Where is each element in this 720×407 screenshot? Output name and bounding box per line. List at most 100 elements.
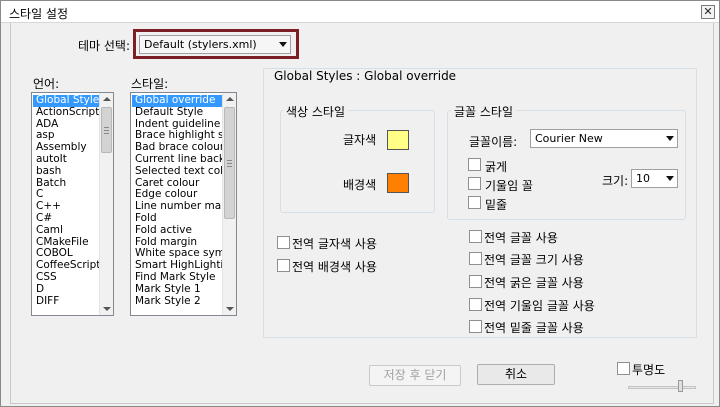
transparency-slider-track[interactable] xyxy=(628,386,696,389)
italic-label: 기울임 꼴 xyxy=(485,179,533,193)
list-item[interactable]: DIFF xyxy=(33,296,99,308)
font-name-select[interactable]: Courier New xyxy=(530,129,678,148)
chevron-down-icon xyxy=(279,42,287,47)
underline-label: 밑줄 xyxy=(485,198,508,212)
panel-heading: Global Styles : Global override xyxy=(274,69,457,83)
list-item[interactable]: Fold margin xyxy=(132,237,222,249)
list-item[interactable]: ADA xyxy=(33,119,99,131)
color-style-group xyxy=(280,110,435,213)
scroll-up-icon[interactable] xyxy=(103,97,111,101)
global-font-label: 전역 글꼴 사용 xyxy=(484,231,558,245)
title-bar: 스타일 설정 ✕ xyxy=(1,1,719,23)
theme-select[interactable]: Default (stylers.xml) xyxy=(139,35,291,54)
theme-select-value: Default (stylers.xml) xyxy=(144,38,257,51)
global-fg-checkbox[interactable] xyxy=(277,236,290,249)
window-title: 스타일 설정 xyxy=(9,7,69,21)
list-item[interactable]: Bad brace colour xyxy=(132,142,222,154)
font-size-value: 10 xyxy=(636,172,650,185)
list-item[interactable]: Batch xyxy=(33,178,99,190)
list-item[interactable]: C xyxy=(33,189,99,201)
list-item[interactable]: ActionScript xyxy=(33,107,99,119)
list-item[interactable]: Global override xyxy=(132,95,222,107)
bold-checkbox[interactable] xyxy=(468,158,481,171)
language-list[interactable]: Global Styles ActionScript ADA asp Assembly a… xyxy=(31,92,114,316)
list-item[interactable]: Current line backgr xyxy=(132,154,222,166)
global-bg-checkbox[interactable] xyxy=(277,259,290,272)
list-item[interactable]: Selected text colou xyxy=(132,166,222,178)
underline-checkbox[interactable] xyxy=(468,196,481,209)
cancel-button[interactable]: 취소 xyxy=(477,364,555,385)
list-item[interactable]: Caml xyxy=(33,225,99,237)
list-item[interactable]: Edge colour xyxy=(132,189,222,201)
list-item[interactable]: Find Mark Style xyxy=(132,272,222,284)
list-item[interactable]: Mark Style 1 xyxy=(132,284,222,296)
list-item[interactable]: Assembly xyxy=(33,142,99,154)
foreground-color-swatch[interactable] xyxy=(387,130,409,150)
style-list-scrollbar[interactable] xyxy=(222,93,236,315)
global-italic-label: 전역 기울임 글꼴 사용 xyxy=(484,299,595,313)
list-item[interactable]: Indent guideline sty xyxy=(132,119,222,131)
background-color-label: 배경색 xyxy=(343,178,377,192)
list-item[interactable]: Mark Style 2 xyxy=(132,296,222,308)
list-item[interactable]: autoIt xyxy=(33,154,99,166)
list-item[interactable]: Global Styles xyxy=(33,95,99,107)
list-item[interactable]: Line number margin xyxy=(132,201,222,213)
style-list-title: 스타일: xyxy=(131,77,169,91)
scroll-up-icon[interactable] xyxy=(226,97,234,101)
language-list-items: Global Styles ActionScript ADA asp Assembly a… xyxy=(33,95,99,307)
global-underline-checkbox[interactable] xyxy=(469,320,482,333)
transparency-checkbox[interactable] xyxy=(617,362,630,375)
global-bold-label: 전역 굵은 글꼴 사용 xyxy=(484,276,584,290)
global-bg-label: 전역 배경색 사용 xyxy=(292,260,377,274)
save-close-button[interactable]: 저장 후 닫기 xyxy=(369,365,461,386)
list-item[interactable]: Default Style xyxy=(132,107,222,119)
transparency-label: 투명도 xyxy=(632,363,666,377)
close-button[interactable]: ✕ xyxy=(701,5,715,19)
global-bold-checkbox[interactable] xyxy=(469,275,482,288)
italic-checkbox[interactable] xyxy=(468,177,481,190)
list-item[interactable]: asp xyxy=(33,130,99,142)
global-italic-checkbox[interactable] xyxy=(469,298,482,311)
list-item[interactable]: Fold active xyxy=(132,225,222,237)
list-item[interactable]: Fold xyxy=(132,213,222,225)
language-list-title: 언어: xyxy=(33,77,60,91)
global-font-checkbox[interactable] xyxy=(469,230,482,243)
transparency-slider-thumb[interactable] xyxy=(678,380,683,392)
theme-label: 테마 선택: xyxy=(78,39,131,53)
scroll-thumb[interactable] xyxy=(101,107,112,153)
list-item[interactable]: C# xyxy=(33,213,99,225)
list-item[interactable]: CMakeFile xyxy=(33,237,99,249)
color-style-group-label: 색상 스타일 xyxy=(283,103,349,120)
bold-label: 굵게 xyxy=(485,160,508,174)
foreground-color-label: 글자색 xyxy=(343,133,377,147)
list-item[interactable]: bash xyxy=(33,166,99,178)
list-item[interactable]: D xyxy=(33,284,99,296)
global-underline-label: 전역 밑줄 글꼴 사용 xyxy=(484,321,584,335)
chevron-down-icon xyxy=(666,136,674,141)
list-item[interactable]: White space symbo xyxy=(132,248,222,260)
font-name-value: Courier New xyxy=(535,132,603,145)
scroll-down-icon[interactable] xyxy=(226,307,234,311)
scroll-thumb[interactable] xyxy=(224,107,235,219)
style-list[interactable]: Global override Default Style Indent guide… xyxy=(130,92,237,316)
font-style-group-label: 글꼴 스타일 xyxy=(451,103,517,120)
list-item[interactable]: CSS xyxy=(33,272,99,284)
list-item[interactable]: COBOL xyxy=(33,248,99,260)
chevron-down-icon xyxy=(666,176,674,181)
font-style-group xyxy=(447,110,686,220)
font-size-select[interactable]: 10 xyxy=(631,169,678,188)
list-item[interactable]: Smart HighLighting xyxy=(132,260,222,272)
background-color-swatch[interactable] xyxy=(387,173,409,193)
style-list-items: Global override Default Style Indent guide… xyxy=(132,95,222,307)
list-item[interactable]: Caret colour xyxy=(132,178,222,190)
list-item[interactable]: C++ xyxy=(33,201,99,213)
list-item[interactable]: Brace highlight style xyxy=(132,130,222,142)
list-item[interactable]: CoffeeScript xyxy=(33,260,99,272)
scroll-down-icon[interactable] xyxy=(103,307,111,311)
global-font-size-label: 전역 글꼴 크기 사용 xyxy=(484,253,584,267)
font-name-label: 글꼴이름: xyxy=(469,135,518,149)
font-size-label: 크기: xyxy=(602,174,629,188)
global-font-size-checkbox[interactable] xyxy=(469,252,482,265)
language-list-scrollbar[interactable] xyxy=(99,93,113,315)
global-fg-label: 전역 글자색 사용 xyxy=(292,237,377,251)
